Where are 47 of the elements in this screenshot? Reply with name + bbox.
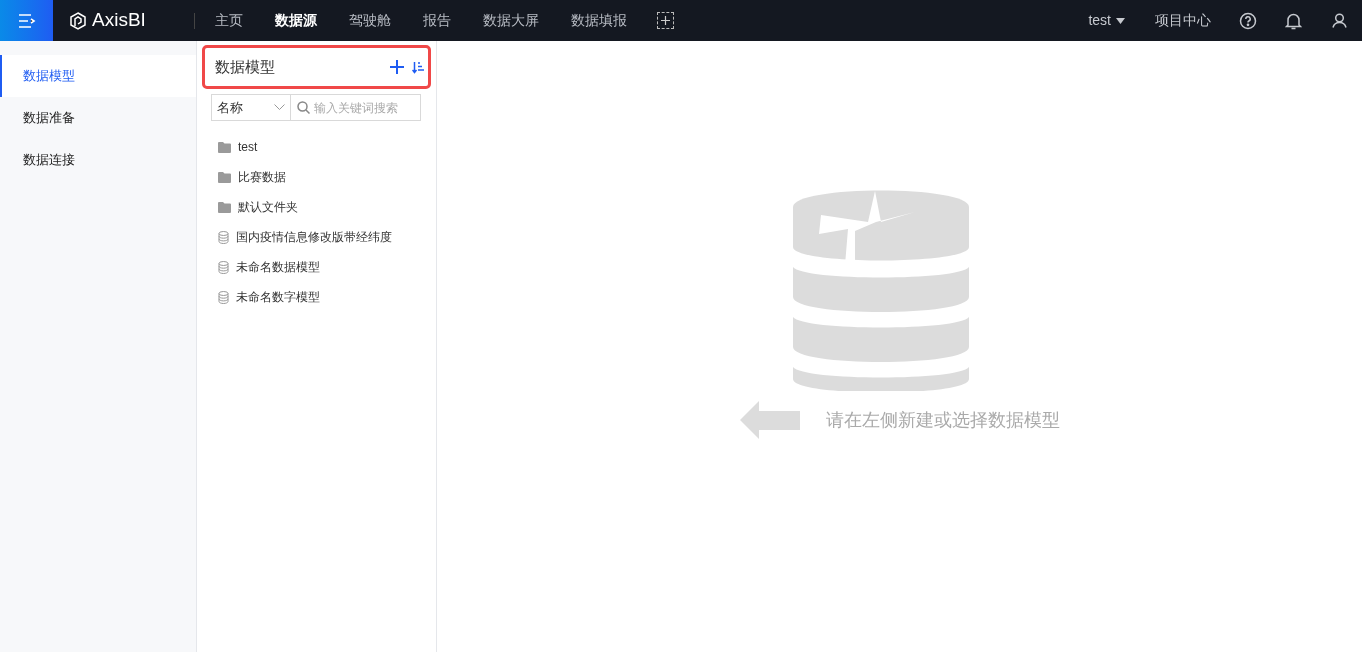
empty-state-message: 请在左侧新建或选择数据模型	[825, 408, 1060, 432]
logo-icon	[69, 11, 87, 30]
notification-button[interactable]	[1285, 11, 1302, 30]
plus-icon	[660, 16, 670, 25]
chevron-down-icon	[274, 104, 285, 111]
user-icon	[1332, 13, 1347, 28]
user-button[interactable]	[1332, 13, 1347, 28]
user-dropdown[interactable]: test	[1088, 10, 1125, 31]
folder-icon	[218, 201, 231, 213]
menu-icon	[17, 13, 36, 28]
panel-title: 数据模型	[215, 56, 276, 77]
folder-icon	[218, 141, 231, 153]
add-page-button[interactable]	[656, 12, 674, 29]
database-icon	[218, 260, 229, 274]
sidebar-item[interactable]: 数据准备	[0, 97, 196, 139]
nav-tab[interactable]: 数据填报	[554, 0, 643, 41]
tree-item[interactable]: 默认文件夹	[202, 192, 431, 222]
database-icon	[218, 230, 229, 244]
nav-tab[interactable]: 数据大屏	[466, 0, 555, 41]
bell-icon	[1285, 11, 1302, 30]
filter-select[interactable]: 名称	[211, 94, 291, 121]
sort-button[interactable]	[412, 60, 424, 74]
tree-item[interactable]: 比赛数据	[202, 162, 431, 192]
search-field[interactable]: 输入关键词搜索	[291, 94, 421, 121]
tree-item[interactable]: test	[202, 132, 431, 162]
search-icon	[297, 101, 310, 114]
menu-button[interactable]	[0, 0, 53, 41]
caret-icon	[1116, 17, 1125, 24]
add-button[interactable]	[390, 60, 404, 74]
nav-tab[interactable]: 驾驶舱	[332, 0, 407, 41]
nav-tab[interactable]: 数据源	[258, 0, 333, 41]
help-button[interactable]	[1239, 11, 1257, 30]
nav-tab[interactable]: 报告	[406, 0, 467, 41]
sidebar-item[interactable]: 数据连接	[0, 139, 196, 181]
left-arrow-icon	[739, 401, 800, 439]
tree-item[interactable]: 国内疫情信息修改版带经纬度	[202, 222, 431, 252]
help-icon	[1239, 11, 1257, 30]
database-icon	[218, 290, 229, 304]
folder-icon	[218, 171, 231, 183]
app-logo-text: AxisBI	[92, 8, 146, 33]
tree-item[interactable]: 未命名数字模型	[202, 282, 431, 312]
project-center-link[interactable]: 项目中心	[1155, 10, 1211, 31]
nav-tab[interactable]: 主页	[198, 0, 259, 41]
sort-icon	[412, 60, 424, 74]
plus-icon	[390, 60, 404, 74]
tree-item[interactable]: 未命名数据模型	[202, 252, 431, 282]
sidebar-item[interactable]: 数据模型	[0, 55, 196, 97]
